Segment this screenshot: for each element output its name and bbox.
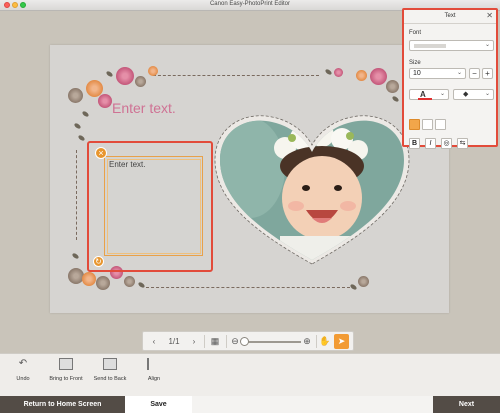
page-indicator: 1/1 <box>168 337 180 346</box>
text-frame-inner <box>107 159 201 254</box>
bottom-dashed-border <box>146 287 350 288</box>
prev-page-icon[interactable]: ‹ <box>149 335 159 348</box>
window-title: Canon Easy-PhotoPrint Editor <box>209 1 291 7</box>
canvas-title-text[interactable]: Enter text. <box>112 100 176 116</box>
bold-button[interactable]: B <box>409 138 420 149</box>
chevron-down-icon: ⌄ <box>484 91 490 97</box>
italic-button[interactable]: I <box>425 138 436 149</box>
fill-effect-icon: ◆ <box>463 91 469 98</box>
align-right-button[interactable] <box>435 119 446 130</box>
rotate-handle-icon[interactable]: ↻ <box>93 256 104 267</box>
align-icon <box>147 358 161 370</box>
panel-title: Text <box>444 13 456 19</box>
text-frame-content[interactable]: Enter text. <box>109 160 145 169</box>
heart-photo-frame[interactable] <box>210 108 415 268</box>
zoom-slider-thumb[interactable] <box>240 337 249 346</box>
zoom-toolbar: ‹ 1/1 › ▦ ⊖ ⊕ ✋ ➤ <box>142 331 354 351</box>
send-to-back-button[interactable]: Send to Back <box>90 358 130 382</box>
next-page-icon[interactable]: › <box>189 335 199 348</box>
text-direction-icon[interactable]: ⇆ <box>457 138 468 149</box>
next-button[interactable]: Next <box>433 396 500 413</box>
font-select[interactable]: ⌄ <box>409 40 494 51</box>
align-button[interactable]: Align <box>142 358 166 382</box>
edit-toolbar: ↶ Undo Bring to Front Send to Back Align <box>0 353 500 396</box>
thumbnail-grid-icon[interactable]: ▦ <box>209 335 221 348</box>
zoom-slider-track[interactable] <box>245 341 301 343</box>
undo-icon: ↶ <box>18 358 28 369</box>
outline-icon[interactable]: ◎ <box>441 138 452 149</box>
size-label: Size <box>409 60 421 66</box>
size-select[interactable]: 10 ⌄ <box>409 68 466 79</box>
align-center-button[interactable] <box>422 119 433 130</box>
undo-button[interactable]: ↶ Undo <box>10 358 36 382</box>
zoom-out-icon[interactable]: ⊖ <box>230 335 240 348</box>
font-label: Font <box>409 30 422 36</box>
left-dashed-border <box>76 150 77 240</box>
send-to-back-icon <box>103 358 117 370</box>
zoom-in-icon[interactable]: ⊕ <box>302 335 312 348</box>
chevron-down-icon: ⌄ <box>456 70 462 76</box>
panel-close-icon[interactable]: ✕ <box>486 11 493 20</box>
top-dashed-border <box>153 75 319 76</box>
delete-handle-icon[interactable]: × <box>95 147 107 159</box>
chevron-down-icon: ⌄ <box>439 91 445 97</box>
hand-tool-icon[interactable]: ✋ <box>319 335 331 348</box>
save-button[interactable]: Save <box>125 396 192 413</box>
size-decrease-button[interactable]: − <box>469 68 480 79</box>
return-home-button[interactable]: Return to Home Screen <box>0 396 125 413</box>
chevron-down-icon: ⌄ <box>484 42 490 48</box>
size-value: 10 <box>413 70 421 77</box>
bring-to-front-icon <box>59 358 73 370</box>
text-color-swatch <box>418 98 432 100</box>
align-left-button[interactable] <box>409 119 420 130</box>
text-properties-panel: Text ✕ Font ⌄ Size 10 ⌄ − + A ⌄ ◆ ⌄ B I … <box>402 8 498 149</box>
size-increase-button[interactable]: + <box>482 68 493 79</box>
pointer-tool-icon[interactable]: ➤ <box>334 334 349 349</box>
effect-select[interactable]: ◆ ⌄ <box>453 89 494 100</box>
footer-bar: Return to Home Screen Save Next <box>0 396 500 413</box>
bring-to-front-button[interactable]: Bring to Front <box>44 358 88 382</box>
text-color-select[interactable]: A ⌄ <box>409 89 449 100</box>
